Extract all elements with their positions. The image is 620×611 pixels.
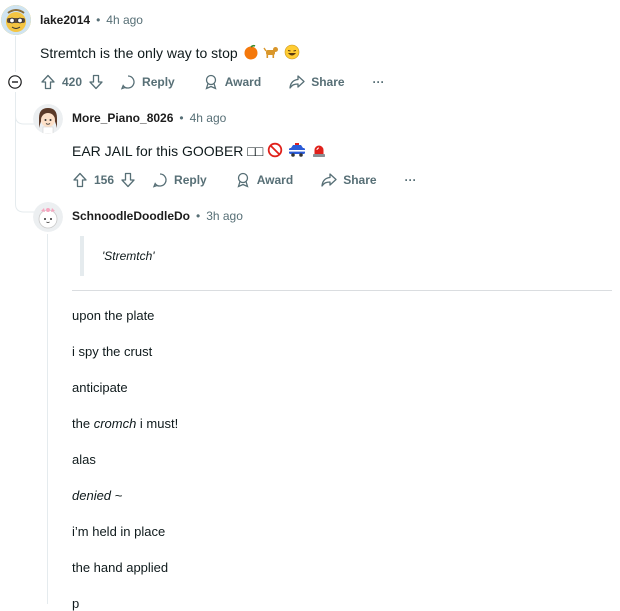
reply-icon (152, 173, 167, 188)
avatar[interactable] (1, 5, 31, 35)
minus-circle-icon (8, 75, 22, 89)
separator-dot: • (196, 209, 201, 223)
more-options-button[interactable]: ··· (405, 173, 417, 187)
more-options-button[interactable]: ··· (373, 75, 385, 89)
blockquote-text: 'Stremtch' (102, 249, 155, 263)
separator-dot: • (179, 111, 184, 125)
vote-count: 156 (94, 173, 115, 187)
separator-dot: • (96, 13, 101, 27)
comment-text: EAR JAIL for this GOOBER (72, 143, 244, 159)
downvote-button[interactable] (88, 74, 104, 90)
share-icon (321, 173, 337, 187)
reply-icon (120, 75, 135, 90)
share-button[interactable]: Share (321, 172, 377, 188)
reply-label: Reply (174, 173, 207, 187)
award-button[interactable]: Award (203, 74, 261, 90)
poem-line: denied ~ (72, 488, 123, 503)
award-icon (237, 172, 249, 188)
missing-glyphs: □□ (247, 143, 263, 159)
downvote-icon (121, 172, 135, 188)
award-button[interactable]: Award (235, 172, 293, 188)
comment-body: Stremtch is the only way to stop (40, 44, 300, 61)
share-label: Share (311, 75, 345, 89)
police-car-emoji (289, 143, 306, 157)
orange-emoji (244, 44, 258, 60)
reply-button[interactable]: Reply (120, 74, 175, 90)
username[interactable]: SchnoodleDoodleDo (72, 209, 190, 223)
siren-emoji (312, 145, 325, 157)
poem-text: i must! (136, 416, 179, 431)
laughing-emoji (285, 44, 300, 60)
comment-meta: lake2014 • 4h ago (40, 13, 143, 27)
reply-button[interactable]: Reply (152, 172, 207, 188)
comment-meta: More_Piano_8026 • 4h ago (72, 111, 226, 125)
poem-line: i spy the crust (72, 344, 153, 359)
reply-label: Reply (142, 75, 175, 89)
comment-text: Stremtch is the only way to stop (40, 45, 238, 61)
upvote-icon (73, 172, 87, 188)
thread-line-reply3 (47, 234, 48, 604)
dog-emoji (263, 47, 279, 58)
username[interactable]: More_Piano_8026 (72, 111, 173, 125)
award-label: Award (224, 75, 262, 89)
upvote-icon (41, 74, 55, 90)
award-label: Award (256, 173, 294, 187)
downvote-button[interactable] (120, 172, 136, 188)
no-entry-emoji (267, 142, 283, 158)
more-options-icon: ··· (372, 75, 385, 89)
avatar[interactable] (33, 104, 63, 134)
poem-line: the cromch i must! (72, 416, 178, 431)
thread-line-main (15, 36, 16, 72)
share-icon (289, 75, 305, 89)
share-label: Share (343, 173, 377, 187)
avatar-image (33, 202, 63, 232)
upvote-button[interactable]: 156 (72, 172, 114, 188)
comment-meta: SchnoodleDoodleDo • 3h ago (72, 209, 243, 223)
timestamp[interactable]: 4h ago (106, 13, 143, 27)
vote-count: 420 (62, 75, 83, 89)
poem-line: anticipate (72, 380, 128, 395)
award-icon (205, 74, 217, 90)
avatar-image (1, 5, 31, 35)
share-button[interactable]: Share (289, 74, 345, 90)
comment-actions: 420 Reply Award Share ··· (40, 74, 385, 90)
comment-actions: 156 Reply Award Share ··· (72, 172, 417, 188)
comment-body: EAR JAIL for this GOOBER □□ (72, 142, 327, 159)
downvote-icon (89, 74, 103, 90)
poem-line: i’m held in place (72, 524, 166, 539)
horizontal-rule (72, 290, 612, 291)
avatar-image (33, 104, 63, 134)
timestamp[interactable]: 4h ago (190, 111, 227, 125)
poem-emphasis: cromch (93, 416, 137, 431)
poem-line: upon the plate (72, 308, 155, 323)
timestamp[interactable]: 3h ago (206, 209, 243, 223)
poem-text: the (72, 416, 94, 431)
collapse-button[interactable] (8, 75, 22, 94)
more-options-icon: ··· (404, 173, 417, 187)
upvote-button[interactable]: 420 (40, 74, 82, 90)
username[interactable]: lake2014 (40, 13, 90, 27)
blockquote-bar (80, 236, 84, 276)
poem-line: the hand applied (72, 560, 169, 575)
avatar[interactable] (33, 202, 63, 232)
poem-line: alas (72, 452, 96, 467)
